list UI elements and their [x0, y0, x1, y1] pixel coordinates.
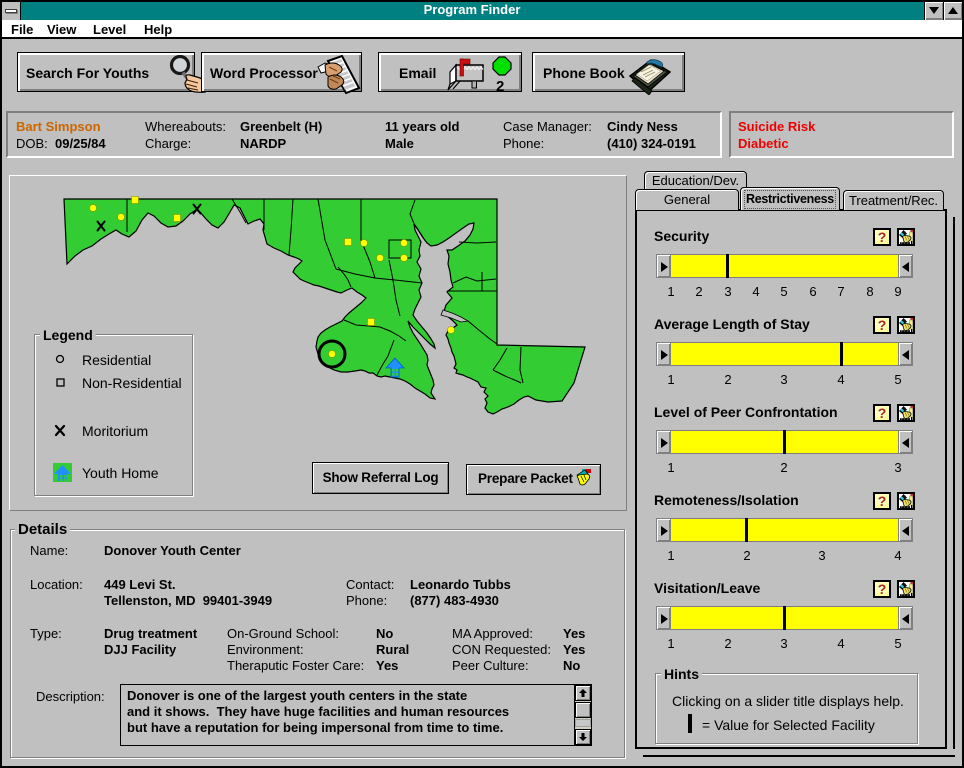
svg-text:2: 2: [496, 78, 504, 93]
